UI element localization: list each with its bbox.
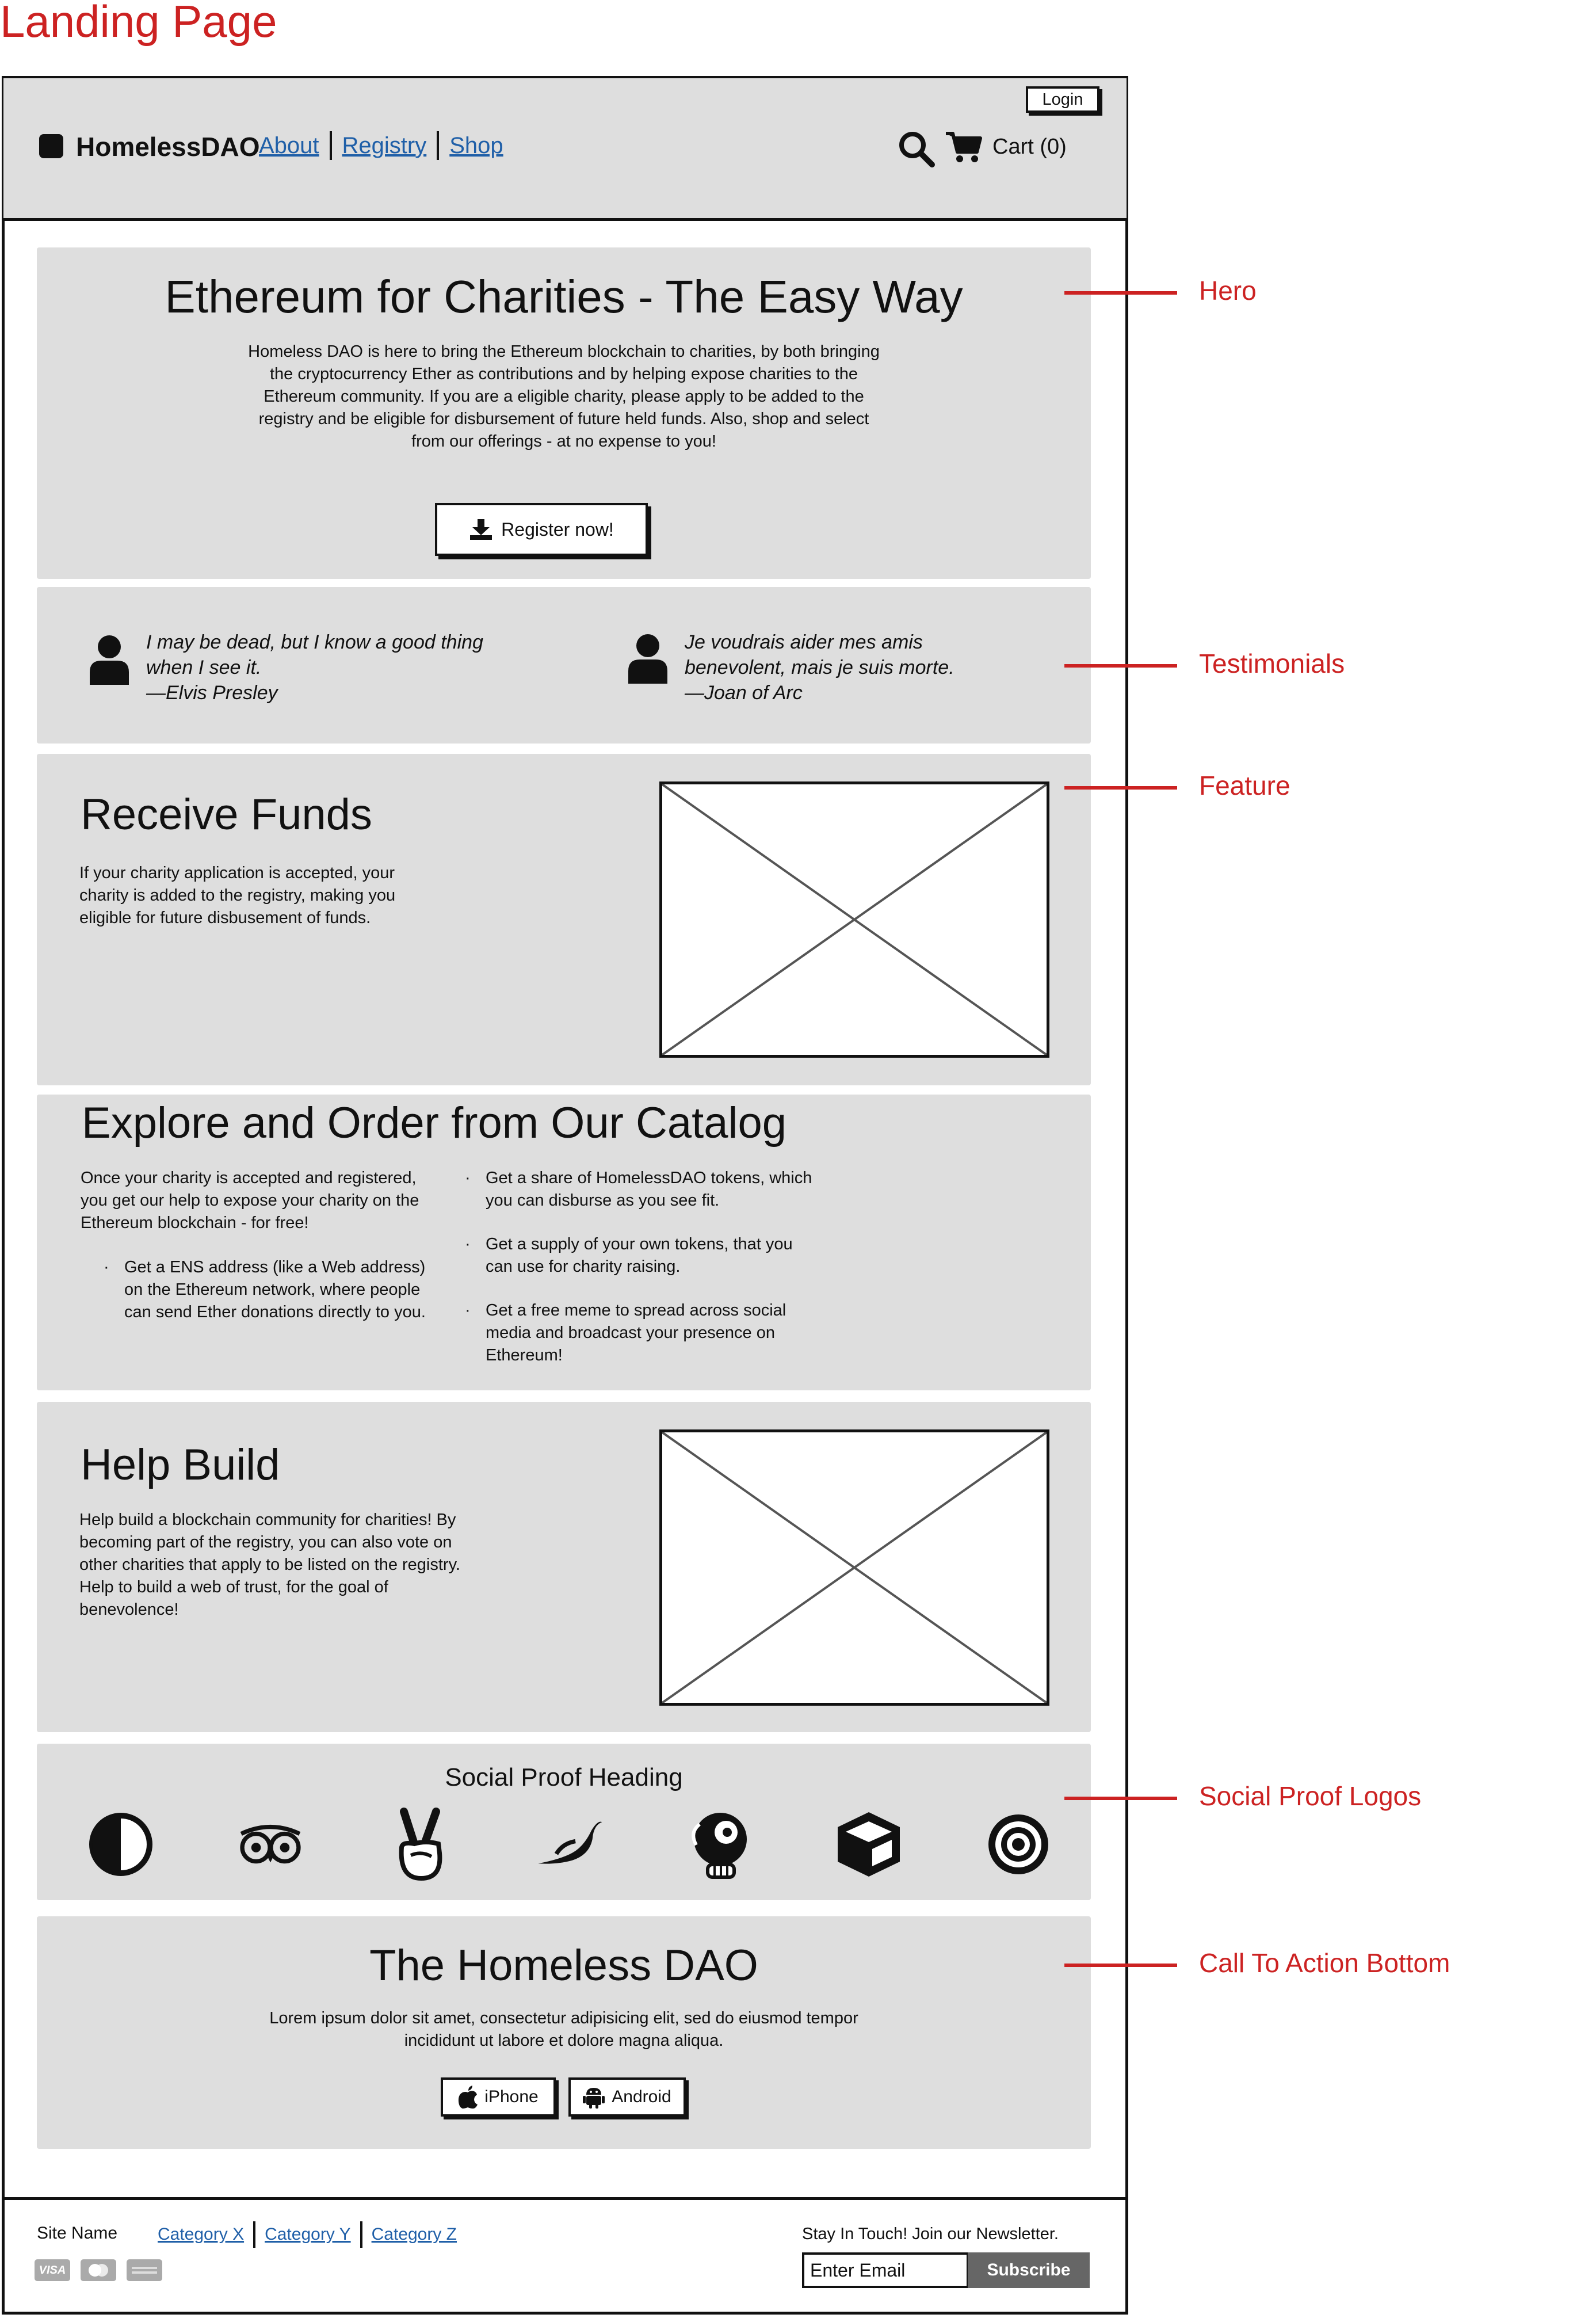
help-build-title: Help Build <box>81 1440 280 1489</box>
nav-about[interactable]: About <box>259 133 319 159</box>
half-circle-icon <box>86 1807 155 1882</box>
nav-separator <box>437 131 440 160</box>
cube-icon <box>834 1807 903 1882</box>
owl-icon <box>236 1807 305 1882</box>
email-input[interactable] <box>802 2252 969 2288</box>
register-label: Register now! <box>501 518 614 540</box>
cart-label[interactable]: Cart (0) <box>992 135 1067 159</box>
target-icon <box>984 1807 1053 1882</box>
android-icon <box>583 2088 605 2109</box>
login-button[interactable]: Login <box>1026 86 1099 113</box>
newsletter-label: Stay In Touch! Join our Newsletter. <box>802 2225 1059 2243</box>
catalog-title: Explore and Order from Our Catalog <box>82 1099 786 1147</box>
social-proof-heading: Social Proof Heading <box>445 1763 683 1791</box>
register-button[interactable]: Register now! <box>435 503 648 556</box>
image-placeholder <box>659 1429 1049 1706</box>
cta-text: Lorem ipsum dolor sit amet, consectetur … <box>269 2009 858 2050</box>
nav-separator <box>329 131 332 160</box>
site-name: Site Name <box>37 2224 118 2243</box>
peace-hand-icon <box>385 1807 455 1882</box>
footer-link-category-z[interactable]: Category Z <box>372 2225 457 2244</box>
list-item: Get a supply of your own tokens, that yo… <box>465 1233 822 1278</box>
testimonial-quote: I may be dead, but I know a good thing w… <box>146 631 483 704</box>
parrot-icon <box>685 1807 754 1882</box>
mastercard-icon <box>81 2259 116 2281</box>
cta-title: The Homeless DAO <box>369 1941 758 1990</box>
nav-shop[interactable]: Shop <box>449 133 503 159</box>
user-avatar-icon <box>626 633 670 684</box>
hero-text: Homeless DAO is here to bring the Ethere… <box>248 342 880 451</box>
logo-icon <box>39 134 63 158</box>
cart-icon[interactable] <box>945 130 983 165</box>
subscribe-button[interactable]: Subscribe <box>968 2252 1090 2288</box>
list-item: Get a free meme to spread across social … <box>465 1299 822 1367</box>
search-icon[interactable] <box>898 130 936 168</box>
feature-title: Receive Funds <box>81 790 372 839</box>
visa-icon: VISA <box>35 2259 70 2281</box>
footer-link-category-y[interactable]: Category Y <box>265 2225 351 2244</box>
hero-title: Ethereum for Charities - The Easy Way <box>165 271 963 322</box>
user-avatar-icon <box>87 634 131 685</box>
annotation-social-proof: Social Proof Logos <box>1199 1781 1422 1811</box>
apple-icon <box>459 2086 478 2109</box>
image-placeholder <box>659 781 1049 1058</box>
brand-name[interactable]: HomelessDAO <box>76 131 260 162</box>
nav-registry[interactable]: Registry <box>342 133 427 159</box>
annotation-feature: Feature <box>1199 771 1290 800</box>
help-build-text: Help build a blockchain community for ch… <box>79 1511 460 1619</box>
nav-separator <box>360 2221 362 2248</box>
page-label: Landing Page <box>0 0 277 47</box>
nav-separator <box>253 2221 256 2248</box>
iphone-button[interactable]: iPhone <box>441 2077 556 2117</box>
feature-text: If your charity application is accepted,… <box>79 864 396 927</box>
catalog-list: Get a share of HomelessDAO tokens, which… <box>465 1167 822 1388</box>
amex-icon <box>127 2259 162 2281</box>
main-nav: About Registry Shop <box>259 131 503 160</box>
download-icon <box>470 519 492 540</box>
footer-nav: Category X Category Y Category Z <box>158 2221 457 2248</box>
annotation-testimonials: Testimonials <box>1199 649 1345 678</box>
footer-link-category-x[interactable]: Category X <box>158 2225 244 2244</box>
annotation-line <box>1064 1797 1177 1800</box>
catalog-intro: Once your charity is accepted and regist… <box>81 1167 432 1324</box>
list-item: Get a ENS address (like a Web address) o… <box>81 1256 432 1324</box>
logo-row <box>86 1807 1053 1882</box>
android-button[interactable]: Android <box>568 2077 686 2117</box>
annotation-line <box>1064 1964 1177 1967</box>
testimonial-quote: Je voudrais aider mes amis benevolent, m… <box>685 631 954 704</box>
bird-icon <box>535 1807 604 1882</box>
list-item: Get a share of HomelessDAO tokens, which… <box>465 1167 822 1212</box>
payment-methods: VISA <box>35 2259 162 2281</box>
annotation-hero: Hero <box>1199 276 1257 306</box>
annotation-line <box>1064 786 1177 790</box>
annotation-line <box>1064 291 1177 295</box>
annotation-line <box>1064 664 1177 668</box>
footer-divider <box>3 2197 1127 2200</box>
annotation-cta: Call To Action Bottom <box>1199 1948 1450 1978</box>
